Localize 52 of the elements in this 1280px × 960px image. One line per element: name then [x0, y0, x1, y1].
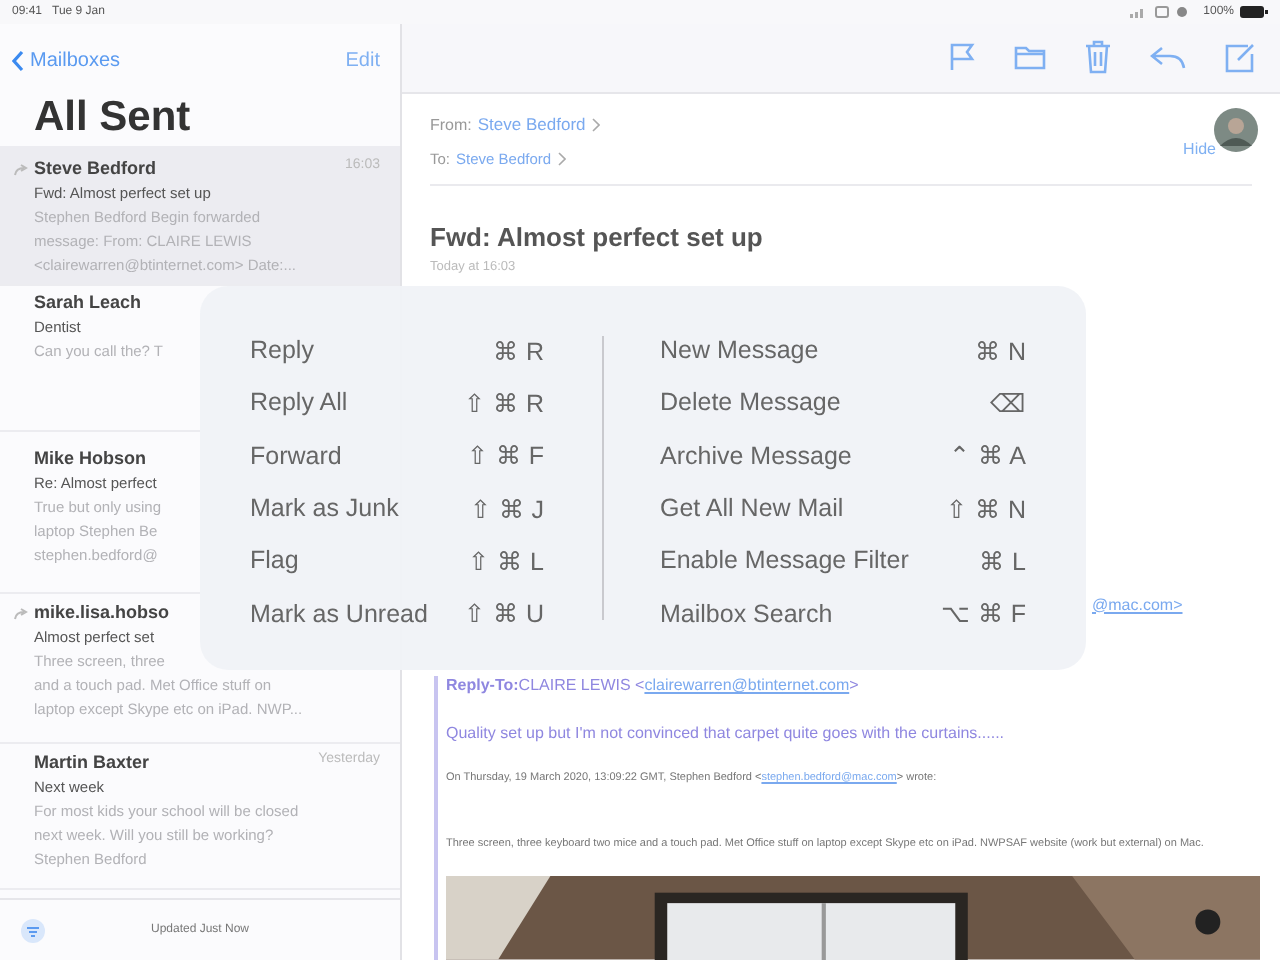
- shortcut-label: Reply: [250, 336, 316, 365]
- battery-icon: [1240, 6, 1268, 18]
- key-combination: ⌘ N: [973, 335, 1026, 366]
- compose-icon[interactable]: [1224, 41, 1256, 74]
- reply-to-name: CLAIRE LEWIS <: [518, 676, 645, 695]
- back-button[interactable]: Mailboxes: [12, 49, 121, 71]
- sender-name: Martin Baxter: [34, 752, 150, 772]
- avatar: [1214, 107, 1258, 152]
- key-combination: ⇧ ⌘ N: [944, 493, 1026, 524]
- key-combination: ⇧ ⌘ J: [467, 493, 544, 524]
- from-label: From:: [430, 115, 472, 134]
- chevron-left-icon[interactable]: [12, 49, 24, 71]
- shortcut-label: Forward: [250, 441, 344, 470]
- closing-bracket: >: [849, 676, 859, 695]
- sender-address[interactable]: Steve Bedford: [477, 114, 586, 135]
- message-subject: Fwd: Almost perfect set up: [430, 222, 765, 253]
- trash-icon[interactable]: [1084, 40, 1112, 75]
- chevron-right-icon[interactable]: [591, 117, 600, 132]
- shortcut-label: Archive Message: [660, 441, 854, 470]
- key-combination: ⇧ ⌘ F: [464, 440, 544, 471]
- shortcut-label: Flag: [250, 546, 301, 575]
- edit-button[interactable]: Edit: [345, 49, 380, 71]
- key-combination: ⌘ R: [491, 335, 544, 366]
- filter-icon[interactable]: [20, 917, 46, 943]
- sender-name: Sarah Leach: [34, 292, 142, 312]
- shortcut-label: Delete Message: [660, 388, 843, 417]
- email-link[interactable]: clairewarren@btinternet.com: [644, 676, 850, 695]
- email-link[interactable]: @mac.com>: [1092, 595, 1183, 613]
- shortcut-label: Enable Message Filter: [660, 546, 911, 575]
- reply-icon[interactable]: [1150, 45, 1186, 70]
- key-combination: ⌫: [988, 387, 1026, 418]
- sender-name: mike.lisa.hobso: [34, 602, 170, 622]
- sender-name: Mike Hobson: [34, 448, 147, 468]
- shortcut-label: Mailbox Search: [660, 599, 835, 628]
- chevron-right-icon[interactable]: [557, 151, 566, 166]
- hide-button[interactable]: Hide: [1183, 139, 1216, 158]
- sender-name: Steve Bedford: [34, 158, 157, 178]
- key-combination: ⌃ ⌘ A: [946, 440, 1026, 471]
- key-combination: ⇧ ⌘ U: [464, 598, 544, 629]
- shortcut-label: Get All New Mail: [660, 494, 846, 523]
- reply-to-label: Reply-To:: [446, 676, 519, 695]
- flag-icon[interactable]: [948, 42, 976, 73]
- shortcut-label: New Message: [660, 336, 821, 365]
- key-combination: ⇧ ⌘ R: [464, 387, 544, 418]
- folder-icon[interactable]: [1014, 44, 1046, 71]
- quoted-text: Quality set up but I'm not convinced that carpet quite goes with the curtains......: [446, 724, 1007, 747]
- key-combination: ⌘ L: [977, 545, 1026, 576]
- shortcut-label: Reply All: [250, 388, 350, 417]
- mailbox-title: All Sent: [32, 92, 193, 144]
- key-combination: ⌥ ⌘ F: [940, 598, 1026, 629]
- shortcut-label: Mark as Junk: [250, 494, 401, 523]
- key-combination: ⇧ ⌘ L: [466, 545, 544, 576]
